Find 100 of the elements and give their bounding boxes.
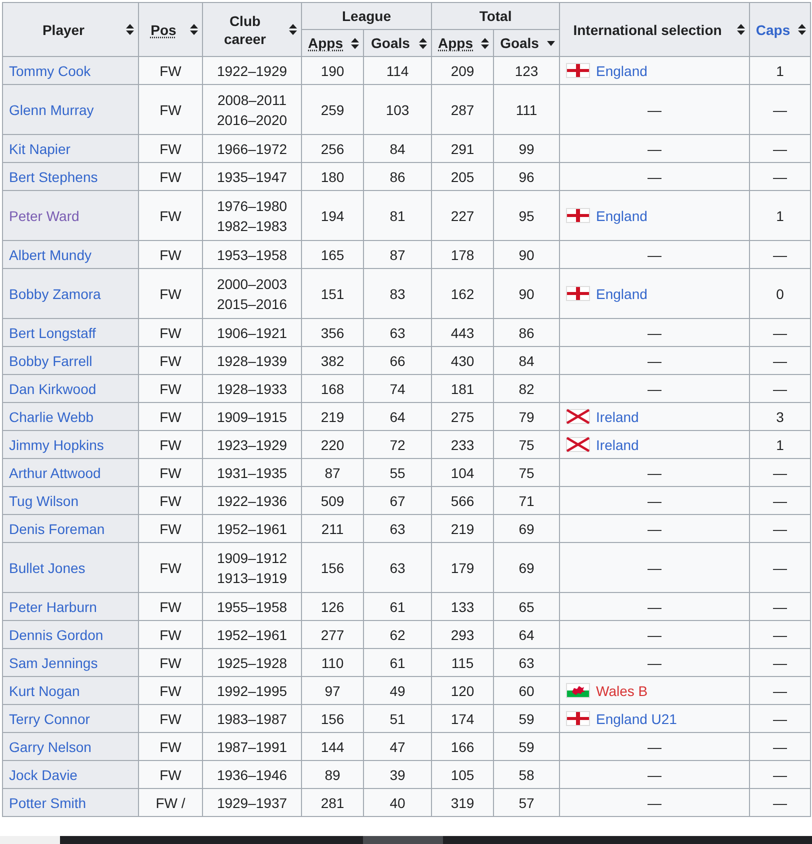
flag-icon <box>566 711 590 726</box>
flag-icon <box>566 437 590 452</box>
table-cell: 256 <box>302 134 364 162</box>
table-cell: 40 <box>364 788 432 816</box>
table-cell: — <box>560 458 750 486</box>
table-cell: FW <box>138 486 202 514</box>
table-cell: FW <box>138 318 202 346</box>
table-cell: 62 <box>364 620 432 648</box>
table-cell: — <box>750 592 811 620</box>
table-cell: FW <box>138 84 202 134</box>
table-cell: 287 <box>432 84 494 134</box>
scrollbar[interactable] <box>0 836 812 844</box>
country-link[interactable]: England <box>596 62 648 80</box>
table-cell: FW <box>138 732 202 760</box>
table-cell: 220 <box>302 430 364 458</box>
table-cell: 181 <box>432 374 494 402</box>
table-cell: — <box>750 374 811 402</box>
table-cell: 3 <box>750 402 811 430</box>
table-cell: — <box>560 788 750 816</box>
table-cell: FW / <box>138 788 202 816</box>
table-cell: 82 <box>494 374 560 402</box>
table-cell: 293 <box>432 620 494 648</box>
column-header[interactable]: Apps <box>432 30 494 56</box>
table-cell: 83 <box>364 268 432 318</box>
country-link[interactable]: England <box>596 284 648 302</box>
table-cell: — <box>750 134 811 162</box>
column-header[interactable]: Pos <box>138 2 202 56</box>
column-header[interactable]: Club career <box>202 2 302 56</box>
table-cell: 162 <box>432 268 494 318</box>
table-cell: — <box>750 648 811 676</box>
table-cell: 1931–1935 <box>202 458 302 486</box>
country-link[interactable]: Ireland <box>596 436 639 454</box>
table-cell: 72 <box>364 430 432 458</box>
column-header[interactable]: Player <box>2 2 138 56</box>
table-cell: — <box>750 732 811 760</box>
table-cell: — <box>560 760 750 788</box>
table-cell: 219 <box>302 402 364 430</box>
table-cell: 356 <box>302 318 364 346</box>
table-cell: FW <box>138 134 202 162</box>
column-header[interactable]: Apps <box>302 30 364 56</box>
table-cell: 84 <box>494 346 560 374</box>
column-header[interactable]: International selection <box>560 2 750 56</box>
table-cell: 156 <box>302 542 364 592</box>
table-cell: 1906–1921 <box>202 318 302 346</box>
table-cell: 382 <box>302 346 364 374</box>
table-cell: FW <box>138 162 202 190</box>
table-cell: FW <box>138 760 202 788</box>
table-cell: 2008–2011 2016–2020 <box>202 84 302 134</box>
table-cell: 55 <box>364 458 432 486</box>
table-cell: 1992–1995 <box>202 676 302 704</box>
table-cell: — <box>560 592 750 620</box>
table-cell: 144 <box>302 732 364 760</box>
table-cell: 69 <box>494 514 560 542</box>
table-cell: 178 <box>432 240 494 268</box>
table-cell: 1 <box>750 430 811 458</box>
table-cell: 180 <box>302 162 364 190</box>
table-cell: 1922–1936 <box>202 486 302 514</box>
table-cell: 509 <box>302 486 364 514</box>
table-cell: 133 <box>432 592 494 620</box>
table-cell: 227 <box>432 190 494 240</box>
table-cell: FW <box>138 704 202 732</box>
table-cell: 110 <box>302 648 364 676</box>
table-cell: FW <box>138 56 202 84</box>
table-cell: — <box>560 732 750 760</box>
table-cell: — <box>750 676 811 704</box>
table-cell: FW <box>138 268 202 318</box>
table-cell: FW <box>138 592 202 620</box>
table-cell: 59 <box>494 704 560 732</box>
table-cell: 61 <box>364 592 432 620</box>
column-header[interactable]: Goals <box>494 30 560 56</box>
table-cell: FW <box>138 542 202 592</box>
table-cell: 1 <box>750 56 811 84</box>
table-cell: FW <box>138 648 202 676</box>
table-cell: 81 <box>364 190 432 240</box>
player-link[interactable]: Glenn Murray <box>9 102 94 118</box>
table-cell: 87 <box>364 240 432 268</box>
table-cell: 95 <box>494 190 560 240</box>
table-cell: 84 <box>364 134 432 162</box>
column-header[interactable]: Goals <box>364 30 432 56</box>
player-link[interactable]: Bullet Jones <box>9 560 86 576</box>
table-cell: 57 <box>494 788 560 816</box>
table-cell: FW <box>138 402 202 430</box>
table-cell: — <box>560 620 750 648</box>
flag-icon <box>566 286 590 301</box>
table-cell: — <box>750 486 811 514</box>
table-cell: — <box>750 704 811 732</box>
table-cell: 1952–1961 <box>202 620 302 648</box>
table-cell: — <box>560 514 750 542</box>
table-cell: 1976–1980 1982–1983 <box>202 190 302 240</box>
table-cell: 319 <box>432 788 494 816</box>
table-cell: 71 <box>494 486 560 514</box>
column-header[interactable]: Caps <box>750 2 811 56</box>
table-cell: 39 <box>364 760 432 788</box>
table-cell: — <box>750 240 811 268</box>
country-link[interactable]: Ireland <box>596 408 639 426</box>
table-cell: — <box>750 346 811 374</box>
country-link[interactable]: Wales B <box>596 682 648 700</box>
player-link[interactable]: Peter Ward <box>9 208 80 224</box>
table-cell: 281 <box>302 788 364 816</box>
country-link[interactable]: England <box>596 206 648 224</box>
